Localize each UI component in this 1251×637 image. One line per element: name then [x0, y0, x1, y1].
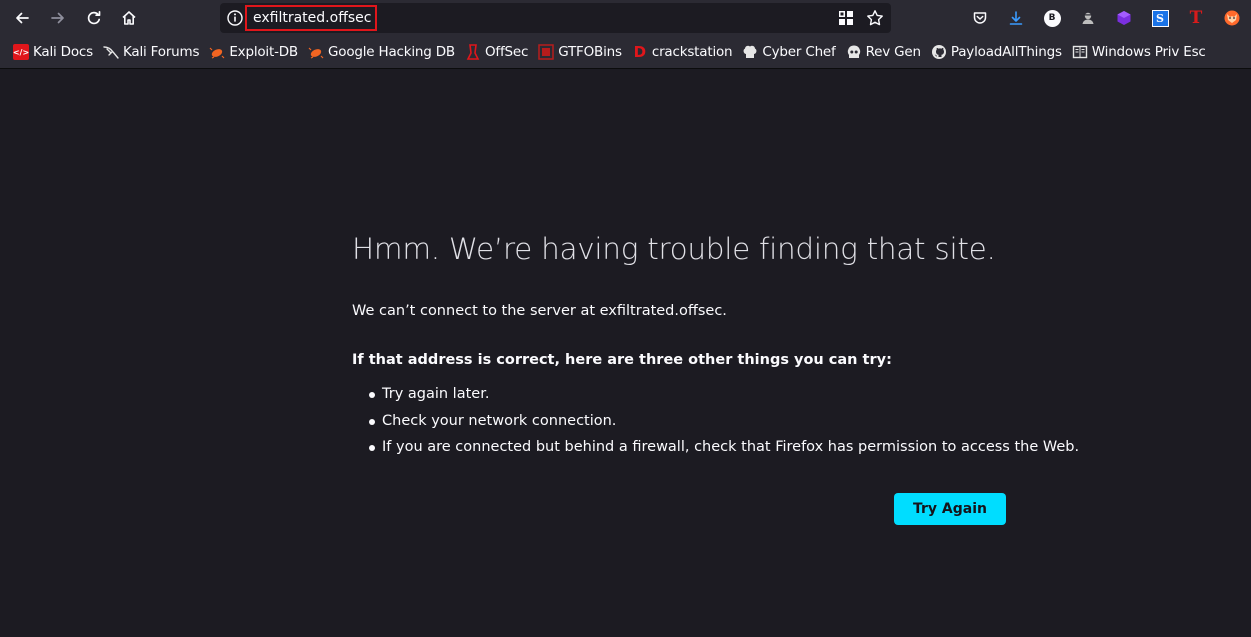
bookmark-rev-gen[interactable]: Rev Gen — [843, 40, 924, 64]
bookmark-exploit-db[interactable]: Exploit-DB — [206, 40, 301, 64]
offsec-icon — [466, 44, 480, 60]
extension-s[interactable]: S — [1150, 8, 1170, 28]
downloads-button[interactable] — [1006, 8, 1026, 28]
bookmark-label: Cyber Chef — [762, 44, 836, 60]
bookmark-kali-docs[interactable]: </> Kali Docs — [10, 40, 96, 64]
bookmark-label: Exploit-DB — [229, 44, 298, 60]
bookmark-label: OffSec — [485, 44, 529, 60]
extension-fox[interactable] — [1222, 8, 1242, 28]
extension-b[interactable]: B — [1042, 8, 1062, 28]
qr-grid-icon[interactable] — [837, 9, 855, 27]
reload-button[interactable] — [81, 5, 107, 31]
bookmark-label: Kali Docs — [33, 44, 93, 60]
bookmarks-toolbar: </> Kali Docs Kali Forums Exploit-DB Goo… — [0, 36, 1251, 69]
bookmark-label: Google Hacking DB — [328, 44, 455, 60]
bookmark-label: PayloadAllThings — [950, 44, 1062, 60]
bookmark-payloadallthings[interactable]: PayloadAllThings — [928, 40, 1065, 64]
kali-docs-icon: </> — [13, 44, 29, 60]
bookmark-label: Windows Priv Esc — [1091, 44, 1206, 60]
fox-icon — [1224, 10, 1240, 26]
forward-button[interactable] — [45, 5, 71, 31]
bookmark-cyber-chef[interactable]: Cyber Chef — [739, 40, 838, 64]
list-item: Try again later. — [352, 384, 1079, 411]
extension-cube[interactable] — [1114, 8, 1134, 28]
list-item: Check your network connection. — [352, 411, 1079, 438]
gtfobins-icon — [538, 44, 554, 60]
page-title: Hmm. We’re having trouble finding that s… — [352, 232, 996, 266]
bookmark-google-hacking-db[interactable]: Google Hacking DB — [305, 40, 458, 64]
exploitdb-bug-icon — [209, 47, 225, 59]
bookmark-label: Kali Forums — [123, 44, 200, 60]
bookmark-crackstation[interactable]: D crackstation — [629, 40, 736, 64]
url-highlight-box: exfiltrated.offsec — [245, 5, 378, 31]
error-message: We can’t connect to the server at exfilt… — [352, 303, 727, 319]
ghdb-bug-icon — [308, 47, 324, 59]
bookmark-kali-forums[interactable]: Kali Forums — [100, 40, 202, 64]
spy-icon — [1082, 12, 1094, 24]
extension-t[interactable]: T — [1186, 8, 1206, 28]
extension-spy[interactable] — [1078, 8, 1098, 28]
bookmark-windows-priv-esc[interactable]: Windows Priv Esc — [1069, 40, 1209, 64]
badge-b-icon: B — [1043, 9, 1061, 27]
url-bar[interactable]: exfiltrated.offsec — [220, 3, 891, 33]
pocket-button[interactable] — [970, 8, 990, 28]
cube-icon — [1117, 11, 1131, 25]
info-icon[interactable] — [226, 9, 244, 27]
forward-icon — [51, 12, 64, 24]
suggestion-heading: If that address is correct, here are thr… — [352, 352, 892, 368]
s-square-icon: S — [1151, 9, 1169, 27]
suggestion-list: Try again later. Check your network conn… — [352, 384, 1079, 464]
crackstation-icon: D — [633, 43, 647, 61]
bookmark-label: GTFOBins — [558, 44, 622, 60]
book-icon — [1072, 45, 1087, 59]
error-page: Hmm. We’re having trouble finding that s… — [352, 232, 1079, 525]
try-again-button[interactable]: Try Again — [894, 493, 1006, 525]
kali-dragon-icon — [103, 46, 119, 59]
skull-icon — [847, 45, 860, 58]
list-item: If you are connected but behind a firewa… — [352, 437, 1079, 464]
red-t-icon: T — [1189, 8, 1203, 28]
bookmark-offsec[interactable]: OffSec — [462, 40, 531, 64]
bookmark-label: crackstation — [651, 44, 733, 60]
chef-hat-icon — [743, 45, 757, 58]
github-icon — [931, 45, 946, 59]
reload-icon — [87, 10, 101, 25]
home-icon — [122, 11, 136, 25]
back-button[interactable] — [9, 5, 35, 31]
home-button[interactable] — [116, 5, 142, 31]
browser-toolbar: exfiltrated.offsec B S T — [0, 0, 1251, 36]
bookmark-gtfobins[interactable]: GTFOBins — [535, 40, 625, 64]
back-icon — [16, 12, 29, 24]
bookmark-label: Rev Gen — [865, 44, 921, 60]
bookmark-star-icon[interactable] — [866, 9, 884, 27]
download-icon — [1009, 11, 1023, 25]
pocket-icon — [973, 12, 987, 24]
url-text[interactable]: exfiltrated.offsec — [253, 10, 371, 26]
